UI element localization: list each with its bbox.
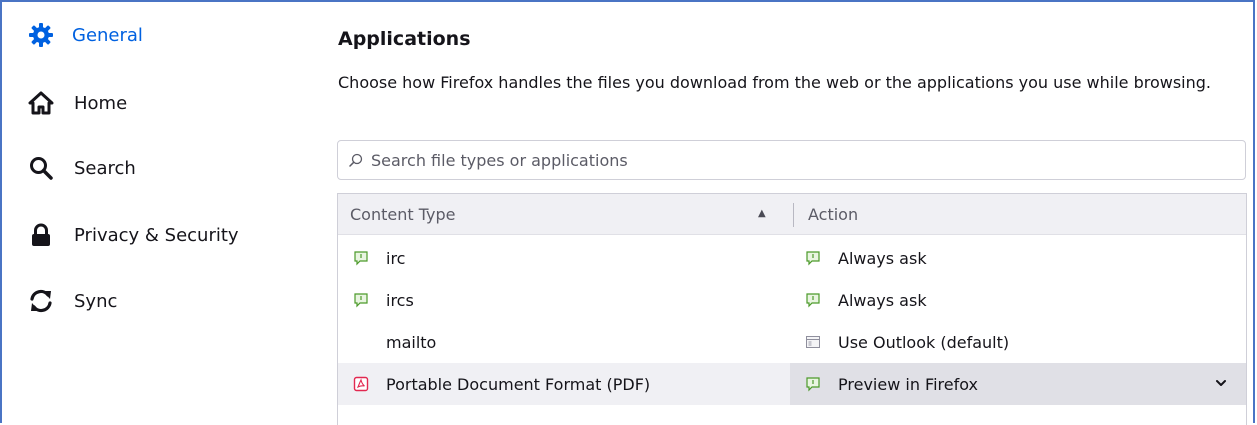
table-header: Content Type ▲ Action (338, 194, 1246, 235)
chevron-down-icon[interactable] (1214, 376, 1228, 390)
section-description: Choose how Firefox handles the files you… (338, 73, 1211, 92)
chat-icon (804, 291, 822, 309)
table-row-selected[interactable]: Portable Document Format (PDF) Preview i… (338, 363, 1246, 405)
sidebar-item-home[interactable]: Home (28, 90, 127, 116)
column-header-content-type[interactable]: Content Type (350, 194, 780, 234)
sidebar-item-sync[interactable]: Sync (28, 288, 117, 314)
table-row[interactable]: ircs Always ask (338, 279, 1246, 321)
content-type-cell: Portable Document Format (PDF) (352, 363, 782, 405)
search-icon (28, 155, 54, 181)
home-icon (28, 90, 54, 116)
applications-table: Content Type ▲ Action irc Always ask irc… (337, 193, 1247, 425)
content-type-label: Portable Document Format (PDF) (386, 374, 651, 394)
sidebar-item-search[interactable]: Search (28, 155, 136, 181)
search-icon (349, 153, 363, 167)
action-label: Always ask (838, 248, 927, 268)
sidebar-item-label: Home (74, 92, 128, 114)
table-row[interactable]: irc Always ask (338, 237, 1246, 279)
action-label: Use Outlook (default) (838, 332, 1010, 352)
column-header-action[interactable]: Action (808, 194, 858, 234)
column-header-label: Content Type (350, 204, 456, 224)
column-header-label: Action (808, 204, 859, 224)
sidebar-item-general[interactable]: General (28, 22, 143, 48)
action-cell[interactable]: Always ask (804, 237, 1224, 279)
action-label: Always ask (838, 290, 927, 310)
column-divider[interactable] (793, 203, 794, 227)
content-type-cell: ircs (352, 279, 782, 321)
lock-icon (28, 222, 54, 248)
sidebar-item-label: Search (74, 157, 136, 179)
pdf-icon (352, 375, 370, 393)
gear-icon (28, 22, 54, 48)
sidebar-item-label: General (72, 24, 143, 46)
search-input[interactable] (369, 149, 1245, 171)
action-cell[interactable]: Use Outlook (default) (804, 321, 1224, 363)
content-type-cell: irc (352, 237, 782, 279)
search-box[interactable] (337, 140, 1246, 180)
content-type-label: ircs (386, 290, 414, 310)
content-type-label: irc (386, 248, 406, 268)
table-row[interactable]: mailto Use Outlook (default) (338, 321, 1246, 363)
app-window-icon (804, 333, 822, 351)
sidebar-item-label: Privacy & Security (74, 224, 239, 246)
sidebar-item-privacy-security[interactable]: Privacy & Security (28, 222, 239, 248)
section-title: Applications (338, 28, 471, 50)
chat-icon (804, 375, 822, 393)
sidebar-item-label: Sync (74, 290, 118, 312)
action-cell[interactable]: Always ask (804, 279, 1224, 321)
sort-ascending-icon: ▲ (758, 208, 766, 219)
content-type-label: mailto (386, 332, 437, 352)
sync-icon (28, 288, 54, 314)
action-dropdown[interactable]: Preview in Firefox (804, 363, 1224, 405)
action-label: Preview in Firefox (838, 374, 978, 394)
content-type-cell: mailto (352, 321, 782, 363)
chat-icon (352, 249, 370, 267)
chat-icon (352, 291, 370, 309)
chat-icon (804, 249, 822, 267)
